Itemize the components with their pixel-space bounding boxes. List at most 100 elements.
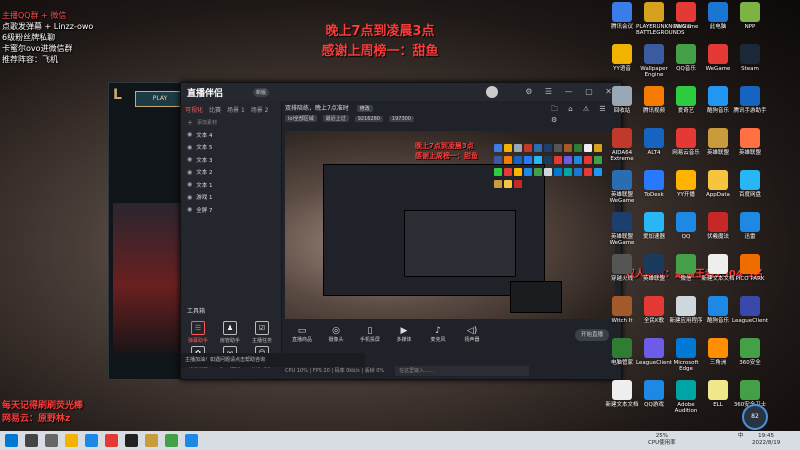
eye-icon[interactable]: ◉	[187, 206, 192, 213]
eye-icon[interactable]: ◉	[187, 131, 192, 138]
desktop-icon[interactable]: 电脑管家	[604, 338, 640, 366]
category-tag[interactable]: 最近上过	[322, 115, 349, 122]
stream-preview[interactable]: 晚上7点到凌晨3点 感谢上周榜一：甜鱼	[285, 131, 615, 319]
desktop-icon[interactable]: Microsoft Edge	[668, 338, 704, 372]
add-source-row[interactable]: ＋添加素材	[181, 116, 281, 129]
desktop-icon[interactable]: 腾讯会议	[604, 2, 640, 30]
desktop-icon[interactable]: 新建文本文档	[604, 380, 640, 408]
desktop-icon[interactable]: WeGame	[668, 2, 704, 30]
desktop-icon[interactable]: 新建文本文档	[700, 254, 736, 282]
source-item[interactable]: ◉ 文本 5	[181, 141, 281, 154]
desktop-icon[interactable]: 爱奇艺	[668, 86, 704, 114]
product-button[interactable]: ▭ 直播商品	[285, 326, 319, 343]
mic-button[interactable]: ♪ 麦克风	[421, 326, 455, 343]
stream-app-icon[interactable]	[125, 434, 138, 447]
desktop-icon[interactable]: Adobe Audition	[668, 380, 704, 414]
edge-icon[interactable]	[85, 434, 98, 447]
media-button[interactable]: ▶ 多媒体	[387, 326, 421, 343]
desktop-icon[interactable]: ToDesk	[636, 170, 672, 198]
desktop-icon[interactable]: YY语音	[604, 44, 640, 72]
eye-icon[interactable]: ◉	[187, 169, 192, 176]
edit-title-button[interactable]: 修改	[356, 105, 373, 112]
desktop-icon[interactable]: 新建应用程序	[668, 296, 704, 324]
eye-icon[interactable]: ◉	[187, 194, 192, 201]
desktop-icon[interactable]: PLAYERUNKNOWN'S BATTLEGROUNDS	[636, 2, 691, 36]
cpu-meter[interactable]: 82	[742, 404, 768, 430]
desktop-icon[interactable]: QQ游戏	[636, 380, 672, 408]
ime-indicator[interactable]: 中	[738, 433, 744, 440]
desktop-icon[interactable]: WeGame	[700, 44, 736, 72]
desktop-icon[interactable]: 迅雷	[732, 212, 768, 240]
qq-icon[interactable]	[185, 434, 198, 447]
desktop-icon[interactable]: 英雄联盟	[700, 128, 736, 156]
desktop-icon[interactable]: 此电脑	[700, 2, 736, 30]
desktop-icon[interactable]: QQ	[668, 212, 704, 240]
search-icon[interactable]	[25, 434, 38, 447]
danmu-tool-button[interactable]: ☰ 弹幕助手	[183, 321, 213, 344]
desktop-icon[interactable]: Wallpaper Engine	[636, 44, 672, 78]
source-item[interactable]: ◉ 文本 3	[181, 154, 281, 167]
room-admin-tool-button[interactable]: ♟ 房管助手	[215, 321, 245, 344]
desktop-icon[interactable]: 英雄联盟	[636, 254, 672, 282]
desktop-icon[interactable]: 回收站	[604, 86, 640, 114]
source-item[interactable]: ◉ 全屏 7	[181, 204, 281, 217]
clock[interactable]: 19:45 2022/8/19	[752, 433, 780, 447]
desktop-icon[interactable]: 爱加速器	[636, 212, 672, 240]
chat-input[interactable]: 在这里输入……	[395, 366, 529, 376]
game-client-window[interactable]: L PLAY	[108, 82, 185, 380]
desktop-icon[interactable]: 酷狗音乐	[700, 86, 736, 114]
desktop-icon[interactable]: 伏羲魔法	[700, 212, 736, 240]
desktop-icon[interactable]: 腾讯手游助手	[732, 86, 768, 114]
streaming-app-window[interactable]: 直播伴侣 新版 ⚙ ☰ — ▢ ✕ 可视化 比赛 场景 1 场景 2 ＋添加素材…	[180, 82, 622, 380]
source-item[interactable]: ◉ 游戏 1	[181, 191, 281, 204]
desktop-icon[interactable]: AppData	[700, 170, 736, 198]
desktop-icon[interactable]: LeagueClient	[636, 338, 672, 366]
task-view-icon[interactable]	[45, 434, 58, 447]
desktop-icon[interactable]: 百度网盘	[732, 170, 768, 198]
desktop-icon[interactable]: 穿越火线	[604, 254, 640, 282]
desktop-icon[interactable]: 微信	[668, 254, 704, 282]
wechat-icon[interactable]	[165, 434, 178, 447]
tab-scene-2[interactable]: 场景 2	[251, 105, 269, 114]
tab-match[interactable]: 比赛	[209, 105, 221, 114]
desktop-icon[interactable]: 英雄联盟WeGame	[604, 170, 640, 204]
category-tag[interactable]: lol全部区域	[285, 115, 317, 122]
desktop-icon[interactable]: QQ音乐	[668, 44, 704, 72]
source-item[interactable]: ◉ 文本 2	[181, 166, 281, 179]
league-icon[interactable]	[145, 434, 158, 447]
task-tool-button[interactable]: ☑ 主播任务	[247, 321, 277, 344]
desktop-icon[interactable]: 全民K歌	[636, 296, 672, 324]
avatar[interactable]	[486, 86, 498, 98]
desktop-icon[interactable]: PICO PARK	[732, 254, 768, 282]
play-button[interactable]: PLAY	[135, 91, 185, 107]
eye-icon[interactable]: ◉	[187, 144, 192, 151]
desktop-icon[interactable]: NPP	[732, 2, 768, 30]
desktop-icon[interactable]: Witch It	[604, 296, 640, 324]
speaker-button[interactable]: ◁) 扬声器	[455, 326, 489, 343]
eye-icon[interactable]: ◉	[187, 156, 192, 163]
desktop-icon[interactable]: 网易云音乐	[668, 128, 704, 156]
desktop-icon[interactable]: AIDA64 Extreme	[604, 128, 640, 162]
desktop-icon[interactable]: YY开播	[668, 170, 704, 198]
desktop-icon[interactable]: 360安全	[732, 338, 768, 366]
desktop-icon[interactable]: 英雄联盟WeGame	[604, 212, 640, 246]
desktop-icon[interactable]: Steam	[732, 44, 768, 72]
eye-icon[interactable]: ◉	[187, 181, 192, 188]
version-badge[interactable]: 新版	[253, 88, 270, 97]
windows-start-icon[interactable]	[5, 434, 18, 447]
desktop-icon[interactable]: LeagueClient	[732, 296, 768, 324]
camera-button[interactable]: ◎ 摄像头	[319, 326, 353, 343]
desktop-icon[interactable]: 腾讯视频	[636, 86, 672, 114]
desktop-icon[interactable]: 酷狗音乐	[700, 296, 736, 324]
phone-cast-button[interactable]: ▯ 手机投屏	[353, 326, 387, 343]
wegame-icon[interactable]	[105, 434, 118, 447]
desktop-icon[interactable]: 英雄联盟	[732, 128, 768, 156]
tab-visual[interactable]: 可视化	[185, 105, 203, 114]
source-item[interactable]: ◉ 文本 1	[181, 179, 281, 192]
file-explorer-icon[interactable]	[65, 434, 78, 447]
tab-scene-1[interactable]: 场景 1	[227, 105, 245, 114]
desktop-icon[interactable]: 三角洲	[700, 338, 736, 366]
desktop-icon[interactable]: ALT4	[636, 128, 672, 156]
desktop-icon[interactable]: ELL	[700, 380, 736, 408]
source-item[interactable]: ◉ 文本 4	[181, 129, 281, 142]
